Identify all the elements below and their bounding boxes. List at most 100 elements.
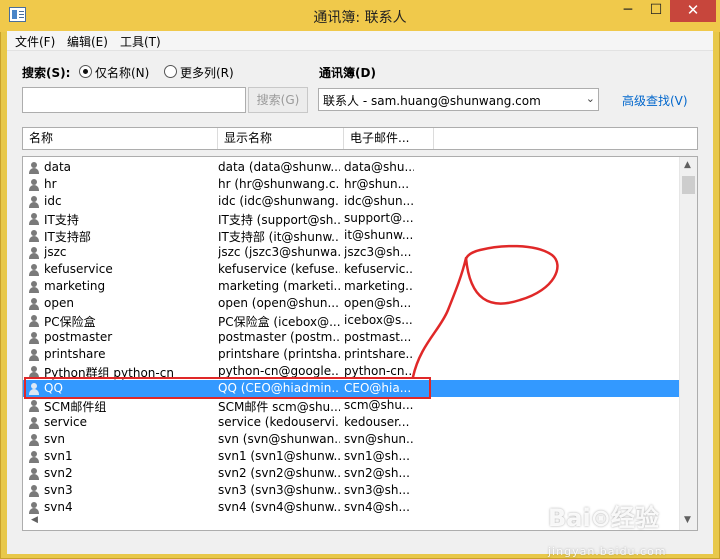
cell-name: PC保险盒 [44, 315, 96, 329]
cell-email: hr@shun... [344, 177, 410, 191]
contact-icon [29, 417, 39, 429]
cell-display-name: kefuservice (kefuse... [218, 262, 340, 276]
column-header-display-name[interactable]: 显示名称 [218, 128, 344, 149]
radio-name-only-label[interactable]: 仅名称(N) [95, 64, 149, 81]
chevron-down-icon: ⌄ [585, 92, 595, 105]
contact-icon [29, 434, 39, 446]
contact-icon [29, 196, 39, 208]
contact-icon [29, 400, 39, 412]
title-bar[interactable]: 通讯簿: 联系人 ─ ☐ ✕ [0, 0, 720, 32]
cell-display-name: IT支持 (support@sh... [218, 213, 340, 227]
table-row[interactable]: hr hr (hr@shunwang.c... hr@shun... [23, 176, 679, 193]
table-row[interactable]: IT支持部 IT支持部 (it@shunw... it@shunw... [23, 227, 679, 244]
table-row[interactable]: marketing marketing (marketi... marketing.… [23, 278, 679, 295]
cell-email: printshare... [344, 347, 414, 361]
search-button[interactable]: 搜索(G) [248, 87, 308, 113]
cell-display-name: marketing (marketi... [218, 279, 340, 293]
cell-email: it@shunw... [344, 228, 414, 242]
contact-icon [29, 349, 39, 361]
advanced-find-link[interactable]: 高级查找(V) [622, 92, 688, 109]
table-row[interactable]: SCM邮件组 SCM邮件 scm@shu... scm@shu... [23, 397, 679, 414]
table-row[interactable]: idc idc (idc@shunwang... idc@shun... [23, 193, 679, 210]
contact-icon [29, 332, 39, 344]
addressbook-select[interactable]: 联系人 - sam.huang@shunwang.com ⌄ [318, 88, 599, 111]
cell-email: svn4@sh... [344, 500, 410, 514]
cell-display-name: svn3 (svn3@shunw... [218, 483, 340, 497]
cell-display-name: hr (hr@shunwang.c... [218, 177, 340, 191]
cell-name: marketing [44, 279, 106, 293]
menu-file[interactable]: 文件(F) [15, 33, 55, 50]
menu-bar: 文件(F) 编辑(E) 工具(T) [7, 31, 713, 51]
watermark-logo: Bai⊙经验 jingyan.baidu.com [548, 498, 667, 559]
cell-email: open@sh... [344, 296, 412, 310]
table-row[interactable]: open open (open@shun... open@sh... [23, 295, 679, 312]
addressbook-label: 通讯簿(D) [319, 66, 376, 80]
cell-email: svn@shun... [344, 432, 414, 446]
table-row[interactable]: IT支持 IT支持 (support@sh... support@... [23, 210, 679, 227]
contact-list[interactable]: ▲ ▼ ◀ data data (data@shunw... data@shu...… [22, 156, 698, 531]
cell-email: icebox@s... [344, 313, 413, 327]
contact-icon [29, 468, 39, 480]
cell-email: marketing... [344, 279, 414, 293]
cell-email: scm@shu... [344, 398, 414, 412]
table-row[interactable]: postmaster postmaster (postm... postmast..… [23, 329, 679, 346]
close-button[interactable]: ✕ [670, 0, 716, 22]
contact-icon [29, 179, 39, 191]
cell-name: svn3 [44, 483, 73, 497]
cell-display-name: service (kedouservi... [218, 415, 340, 429]
cell-name: hr [44, 177, 57, 191]
contact-icon [29, 298, 39, 310]
radio-more-columns[interactable] [164, 65, 177, 78]
cell-name: svn [44, 432, 65, 446]
scroll-left-icon[interactable]: ◀ [31, 515, 38, 525]
cell-email: support@... [344, 211, 414, 225]
menu-edit[interactable]: 编辑(E) [67, 33, 108, 50]
scroll-down-icon[interactable]: ▼ [684, 515, 691, 525]
table-row[interactable]: PC保险盒 PC保险盒 (icebox@... icebox@s... [23, 312, 679, 329]
cell-display-name: svn1 (svn1@shunw... [218, 449, 340, 463]
cell-display-name: svn (svn@shunwan... [218, 432, 340, 446]
vertical-scrollbar[interactable]: ▲ ▼ [679, 157, 697, 530]
cell-email: jszc3@sh... [344, 245, 412, 259]
cell-display-name: PC保险盒 (icebox@... [218, 315, 340, 329]
radio-more-columns-label[interactable]: 更多列(R) [180, 64, 234, 81]
search-label: 搜索(S): [22, 66, 71, 80]
column-header-name[interactable]: 名称 [23, 128, 218, 149]
watermark-subtext: jingyan.baidu.com [548, 545, 667, 558]
cell-display-name: svn4 (svn4@shunw... [218, 500, 340, 514]
table-row[interactable]: service service (kedouservi... kedouser... [23, 414, 679, 431]
cell-email: python-cn... [344, 364, 414, 378]
cell-display-name: postmaster (postm... [218, 330, 340, 344]
cell-name: svn1 [44, 449, 73, 463]
contact-icon [29, 485, 39, 497]
cell-email: data@shu... [344, 160, 414, 174]
column-header-email[interactable]: 电子邮件... [344, 128, 434, 149]
table-row[interactable]: kefuservice kefuservice (kefuse... kefuser… [23, 261, 679, 278]
scroll-thumb[interactable] [682, 176, 695, 194]
maximize-button[interactable]: ☐ [642, 0, 670, 22]
minimize-button[interactable]: ─ [614, 0, 642, 22]
contact-icon [29, 281, 39, 293]
search-input[interactable] [22, 87, 246, 113]
table-row[interactable]: svn svn (svn@shunwan... svn@shun... [23, 431, 679, 448]
window-title: 通讯簿: 联系人 [313, 10, 407, 26]
cell-display-name: svn2 (svn2@shunw... [218, 466, 340, 480]
menu-tools[interactable]: 工具(T) [120, 33, 161, 50]
addressbook-selected-value: 联系人 - sam.huang@shunwang.com [323, 94, 541, 108]
table-row[interactable]: printshare printshare (printsha... printsh… [23, 346, 679, 363]
radio-name-only[interactable] [79, 65, 92, 78]
cell-email: svn2@sh... [344, 466, 410, 480]
contact-icon [29, 162, 39, 174]
table-row[interactable]: svn3 svn3 (svn3@shunw... svn3@sh... [23, 482, 679, 499]
table-row[interactable]: svn2 svn2 (svn2@shunw... svn2@sh... [23, 465, 679, 482]
cell-name: idc [44, 194, 62, 208]
scroll-up-icon[interactable]: ▲ [684, 160, 691, 170]
table-row[interactable]: svn1 svn1 (svn1@shunw... svn1@sh... [23, 448, 679, 465]
contact-icon [29, 247, 39, 259]
table-row[interactable]: jszc jszc (jszc3@shunwa... jszc3@sh... [23, 244, 679, 261]
cell-name: postmaster [44, 330, 113, 344]
cell-name: open [44, 296, 74, 310]
table-row[interactable]: data data (data@shunw... data@shu... [23, 159, 679, 176]
cell-email: svn3@sh... [344, 483, 410, 497]
cell-name: IT支持 [44, 213, 79, 227]
